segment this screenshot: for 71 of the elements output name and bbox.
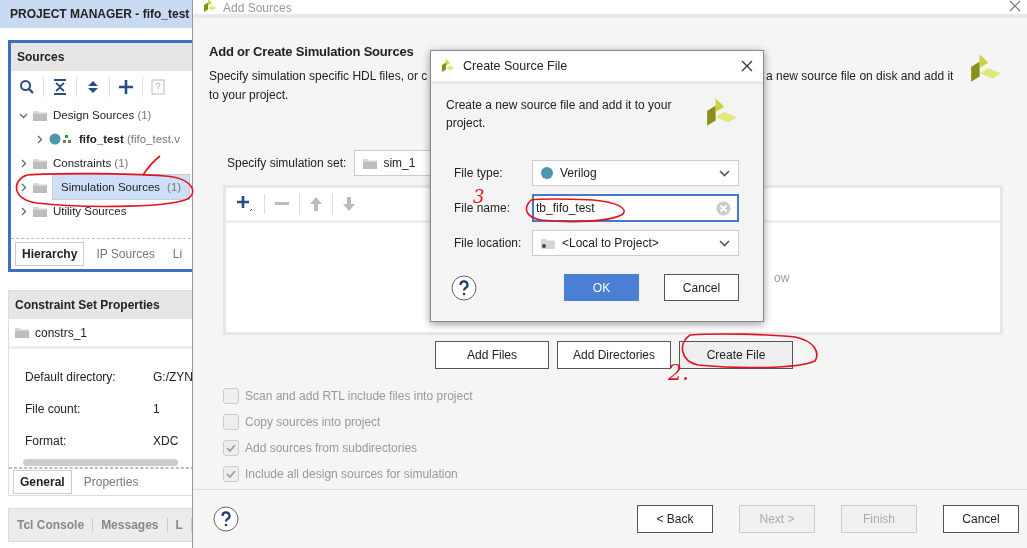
verilog-dot-icon xyxy=(541,167,553,179)
dialog-title: Create Source File xyxy=(463,59,569,73)
close-icon[interactable] xyxy=(741,60,753,72)
dialog-button[interactable]: < Back xyxy=(637,505,713,533)
cancel-button[interactable]: Cancel xyxy=(664,274,739,301)
expand-icon[interactable] xyxy=(19,182,28,192)
dialog-title: Add Sources xyxy=(223,2,292,14)
file-type-dropdown[interactable]: Verilog xyxy=(532,160,739,186)
description-text: Specify simulation specific HDL files, or c xyxy=(209,69,429,83)
dropdown-value: sim_1 xyxy=(383,156,416,170)
property-label: Format: xyxy=(25,434,68,449)
panel-tab[interactable]: IP Sources xyxy=(90,243,161,265)
expand-icon[interactable] xyxy=(35,134,44,144)
expand-icon[interactable] xyxy=(19,158,28,168)
panel-tab[interactable]: Hierarchy xyxy=(15,242,85,266)
checkbox-label: Include all design sources for simulation xyxy=(245,467,458,481)
folder-icon xyxy=(15,327,29,339)
property-value: XDC xyxy=(153,434,179,449)
panel-tab[interactable]: Li xyxy=(166,243,189,265)
tree-item[interactable]: fifo_test (fifo_test.v xyxy=(78,131,181,147)
file-name-field[interactable]: tb_fifo_test xyxy=(532,194,739,222)
panel-tab[interactable]: Properties xyxy=(77,471,145,494)
collapse-all-icon[interactable] xyxy=(52,79,68,95)
field-label: File location: xyxy=(454,236,523,250)
folder-icon xyxy=(541,237,555,249)
panel-title: Sources xyxy=(11,43,192,71)
chevron-down-icon xyxy=(719,239,730,247)
expand-icon[interactable] xyxy=(19,206,28,216)
ok-button[interactable]: OK xyxy=(564,274,639,301)
property-value: 1 xyxy=(153,402,160,417)
dialog-heading: Add or Create Simulation Sources xyxy=(209,44,415,59)
property-label: File count: xyxy=(25,402,82,417)
dialog-button[interactable]: Cancel xyxy=(943,505,1019,533)
checkbox-label: Scan and add RTL include files into project xyxy=(245,389,473,403)
checkmark-icon xyxy=(225,468,237,480)
logo-icon xyxy=(201,0,217,14)
annotation-tick xyxy=(142,155,161,176)
add-icon[interactable] xyxy=(236,195,254,213)
folder-icon xyxy=(33,181,47,193)
folder-icon xyxy=(33,109,47,121)
dialog-button[interactable]: Add Files xyxy=(435,341,549,369)
dialog-button[interactable]: Add Directories xyxy=(557,341,671,369)
hint-text: ow xyxy=(774,270,790,285)
description-text: to your project. xyxy=(209,88,290,102)
property-value: G:/ZYN xyxy=(153,370,192,385)
field-label: Specify simulation set: xyxy=(227,156,347,170)
property-label: Default directory: xyxy=(25,370,117,385)
checkbox-label: Add sources from subdirectories xyxy=(245,441,418,455)
tree-item[interactable]: Constraints (1) xyxy=(52,155,130,171)
panel-title: Constraint Set Properties xyxy=(9,291,192,319)
folder-icon xyxy=(33,205,47,217)
tree-item[interactable]: Simulation Sources (1) xyxy=(52,174,191,200)
logo-icon xyxy=(439,58,455,74)
tree-item[interactable]: Utility Sources xyxy=(52,203,128,219)
set-name: constrs_1 xyxy=(35,325,88,340)
folder-icon xyxy=(363,157,378,169)
panel-title: PROJECT MANAGER - fifo_test xyxy=(0,0,192,28)
panel-tab[interactable]: General xyxy=(13,470,72,495)
folder-icon xyxy=(33,157,47,169)
help-icon[interactable] xyxy=(213,506,239,532)
help-icon[interactable] xyxy=(451,274,477,301)
checkmark-icon xyxy=(225,442,237,454)
module-icon xyxy=(49,133,73,145)
chevron-down-icon xyxy=(719,169,730,177)
search-icon[interactable] xyxy=(19,79,35,95)
checkbox-label: Copy sources into project xyxy=(245,415,381,429)
tree-item[interactable]: Design Sources (1) xyxy=(52,107,153,123)
description-text: a new source file on disk and add it xyxy=(766,69,954,83)
add-icon[interactable] xyxy=(118,79,134,95)
file-location-dropdown[interactable]: <Local to Project> xyxy=(532,230,739,256)
dialog-description: Create a new source file and add it to your project. xyxy=(446,97,673,132)
